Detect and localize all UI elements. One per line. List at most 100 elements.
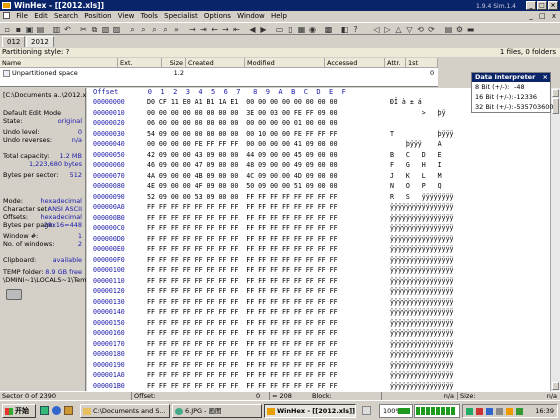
row-hex-bytes[interactable]: FF FF FF FF FF FF FF FF FF FF FF FF FF F… bbox=[147, 318, 338, 329]
hex-editor[interactable]: Offset 0 1 2 3 4 5 6 7 8 9 A B C D E F 0… bbox=[87, 88, 560, 391]
row-hex-bytes[interactable]: 52 09 00 00 53 09 00 00 FF FF FF FF FF F… bbox=[147, 192, 338, 203]
row-ascii[interactable]: ÿÿÿÿÿÿÿÿÿÿÿÿÿÿÿÿ bbox=[390, 255, 454, 266]
row-ascii[interactable]: ÐÏ à ± á bbox=[390, 97, 422, 108]
row-ascii[interactable]: ÿÿÿÿÿÿÿÿÿÿÿÿÿÿÿÿ bbox=[390, 223, 454, 234]
menu-search[interactable]: Search bbox=[54, 11, 78, 22]
data-interpreter-titlebar[interactable]: Data Interpreter × bbox=[472, 73, 550, 82]
row-ascii[interactable]: ÿÿÿÿÿÿÿÿÿÿÿÿÿÿÿÿ bbox=[390, 286, 454, 297]
row-ascii[interactable]: T þÿÿÿ bbox=[390, 129, 454, 140]
undo-icon[interactable]: ↶ bbox=[63, 25, 72, 34]
properties-icon[interactable]: ▥ bbox=[52, 25, 61, 34]
row-ascii[interactable]: ÿÿÿÿÿÿÿÿÿÿÿÿÿÿÿÿ bbox=[390, 360, 454, 371]
template-icon[interactable]: ◧ bbox=[340, 25, 349, 34]
row-hex-bytes[interactable]: FF FF FF FF FF FF FF FF FF FF FF FF FF F… bbox=[147, 360, 338, 371]
row-hex-bytes[interactable]: 4A 09 00 00 4B 09 00 00 4C 09 00 00 4D 0… bbox=[147, 171, 338, 182]
row-hex-bytes[interactable]: FF FF FF FF FF FF FF FF FF FF FF FF FF F… bbox=[147, 286, 338, 297]
row-hex-bytes[interactable]: FF FF FF FF FF FF FF FF FF FF FF FF FF F… bbox=[147, 244, 338, 255]
new-file-icon[interactable]: ▫ bbox=[3, 25, 12, 34]
close-icon[interactable]: × bbox=[543, 73, 548, 82]
vertical-scrollbar[interactable] bbox=[550, 88, 560, 391]
find-hex-icon[interactable]: ⌕ bbox=[139, 25, 148, 34]
next-sector-icon[interactable]: ▶ bbox=[259, 25, 268, 34]
find-text-icon[interactable]: ⌕ bbox=[128, 25, 137, 34]
row-ascii[interactable]: J K L M bbox=[390, 171, 442, 182]
menu-edit[interactable]: Edit bbox=[34, 11, 48, 22]
menu-tools[interactable]: Tools bbox=[141, 11, 158, 22]
row-hex-bytes[interactable]: FF FF FF FF FF FF FF FF FF FF FF FF FF F… bbox=[147, 223, 338, 234]
up-arrow-icon[interactable]: △ bbox=[394, 25, 403, 34]
row-hex-bytes[interactable]: FF FF FF FF FF FF FF FF FF FF FF FF FF F… bbox=[147, 202, 338, 213]
show-desktop-icon[interactable] bbox=[40, 406, 49, 415]
row-hex-bytes[interactable]: FF FF FF FF FF FF FF FF FF FF FF FF FF F… bbox=[147, 381, 338, 392]
row-hex-bytes[interactable]: FF FF FF FF FF FF FF FF FF FF FF FF FF F… bbox=[147, 328, 338, 339]
row-ascii[interactable]: > þÿ bbox=[390, 108, 446, 119]
menu-help[interactable]: Help bbox=[271, 11, 287, 22]
task-paint[interactable]: 6.JPG - 画图 bbox=[172, 404, 262, 418]
row-ascii[interactable]: R S ÿÿÿÿÿÿÿÿ bbox=[390, 192, 454, 203]
disk-icon[interactable]: ▭ bbox=[275, 25, 284, 34]
ram-icon[interactable]: ▯ bbox=[286, 25, 295, 34]
forward-icon[interactable]: → bbox=[221, 25, 230, 34]
find-next-icon[interactable]: » bbox=[172, 25, 181, 34]
col-name[interactable]: Name bbox=[0, 58, 118, 68]
interp-value[interactable]: -48 bbox=[514, 82, 525, 92]
down-arrow-icon[interactable]: ▽ bbox=[405, 25, 414, 34]
previous-sector-icon[interactable]: ◀ bbox=[248, 25, 257, 34]
row-ascii[interactable]: ÿÿÿÿÿÿÿÿÿÿÿÿÿÿÿÿ bbox=[390, 276, 454, 287]
copy-icon[interactable]: ⧉ bbox=[90, 25, 99, 34]
menu-view[interactable]: View bbox=[118, 11, 135, 22]
print-icon[interactable]: ▤ bbox=[36, 25, 45, 34]
right-arrow-icon[interactable]: ▷ bbox=[383, 25, 392, 34]
col-first-sector[interactable]: 1st sector bbox=[406, 58, 438, 77]
col-attr[interactable]: Attr. bbox=[385, 58, 406, 68]
interp-value[interactable]: -535703600 bbox=[514, 102, 554, 112]
folder-icon[interactable] bbox=[64, 406, 73, 415]
jump-forward-icon[interactable]: ⟳ bbox=[427, 25, 436, 34]
menu-options[interactable]: Options bbox=[204, 11, 231, 22]
goto-offset-icon[interactable]: → bbox=[188, 25, 197, 34]
task-explorer[interactable]: C:\Documents and S... bbox=[80, 404, 170, 418]
row-hex-bytes[interactable]: FF FF FF FF FF FF FF FF FF FF FF FF FF F… bbox=[147, 213, 338, 224]
row-hex-bytes[interactable]: 06 00 00 00 00 00 00 00 00 00 00 00 01 0… bbox=[147, 118, 338, 129]
row-hex-bytes[interactable]: FF FF FF FF FF FF FF FF FF FF FF FF FF F… bbox=[147, 307, 338, 318]
row-hex-bytes[interactable]: FF FF FF FF FF FF FF FF FF FF FF FF FF F… bbox=[147, 297, 338, 308]
row-ascii[interactable]: F G H I bbox=[390, 160, 442, 171]
jump-back-icon[interactable]: ⟲ bbox=[416, 25, 425, 34]
row-ascii[interactable]: ÿÿÿÿÿÿÿÿÿÿÿÿÿÿÿÿ bbox=[390, 213, 454, 224]
menu-position[interactable]: Position bbox=[84, 11, 111, 22]
task-winhex[interactable]: WinHex - [[2012.xls]] bbox=[264, 404, 356, 418]
winhex-app-icon[interactable] bbox=[2, 2, 11, 9]
start-button[interactable]: 开始 bbox=[2, 404, 36, 418]
row-hex-bytes[interactable]: 00 00 00 00 00 00 00 00 3E 00 03 00 FE F… bbox=[147, 108, 338, 119]
row-hex-bytes[interactable]: D0 CF 11 E0 A1 B1 1A E1 00 00 00 00 00 0… bbox=[147, 97, 338, 108]
row-ascii[interactable]: ÿÿÿÿÿÿÿÿÿÿÿÿÿÿÿÿ bbox=[390, 307, 454, 318]
row-ascii[interactable]: ÿÿÿÿÿÿÿÿÿÿÿÿÿÿÿÿ bbox=[390, 370, 454, 381]
tab-012[interactable]: 012 bbox=[2, 36, 26, 47]
app-tray-icon[interactable] bbox=[486, 408, 493, 415]
paste-icon[interactable]: ▧ bbox=[101, 25, 110, 34]
document-menu-icon[interactable] bbox=[3, 12, 10, 19]
row-hex-bytes[interactable]: 42 09 00 00 43 09 00 00 44 09 00 00 45 0… bbox=[147, 150, 338, 161]
mdi-window-controls[interactable]: _ □ x bbox=[529, 11, 558, 22]
row-ascii[interactable]: ÿÿÿÿÿÿÿÿÿÿÿÿÿÿÿÿ bbox=[390, 381, 454, 392]
table-icon[interactable]: ▩ bbox=[324, 25, 333, 34]
menu-window[interactable]: Window bbox=[237, 11, 265, 22]
row-ascii[interactable]: þÿÿÿ A bbox=[390, 139, 442, 150]
row-hex-bytes[interactable]: 4E 09 00 00 4F 09 00 00 50 09 00 00 51 0… bbox=[147, 181, 338, 192]
network-icon[interactable] bbox=[466, 408, 473, 415]
help-icon[interactable]: ? bbox=[351, 25, 360, 34]
minimize-button[interactable]: _ bbox=[526, 1, 536, 10]
window-list-icon[interactable]: ▤ bbox=[444, 25, 453, 34]
row-hex-bytes[interactable]: 46 09 00 00 47 09 00 00 48 09 00 00 49 0… bbox=[147, 160, 338, 171]
book-icon[interactable]: ▬ bbox=[466, 25, 475, 34]
back-icon[interactable]: ← bbox=[210, 25, 219, 34]
update-icon[interactable] bbox=[516, 408, 523, 415]
row-ascii[interactable]: ÿÿÿÿÿÿÿÿÿÿÿÿÿÿÿÿ bbox=[390, 297, 454, 308]
row-ascii[interactable]: ÿÿÿÿÿÿÿÿÿÿÿÿÿÿÿÿ bbox=[390, 339, 454, 350]
col-created[interactable]: Created bbox=[186, 58, 245, 68]
open-file-icon[interactable]: ▪ bbox=[14, 25, 23, 34]
cut-icon[interactable]: ✂ bbox=[79, 25, 88, 34]
volume-icon[interactable] bbox=[496, 408, 503, 415]
goto-sector-icon[interactable]: ⇥ bbox=[199, 25, 208, 34]
row-hex-bytes[interactable]: 54 09 00 00 00 00 00 00 00 10 00 00 FE F… bbox=[147, 129, 338, 140]
